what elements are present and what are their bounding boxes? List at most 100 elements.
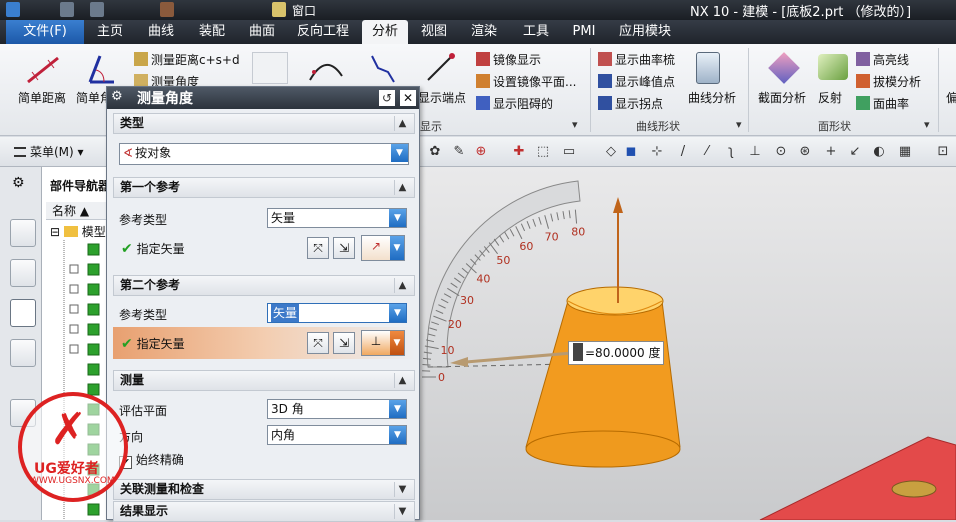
face-shape-dropdown-icon[interactable]: ▾ (924, 118, 930, 131)
tab-render[interactable]: 渲染 (462, 20, 506, 44)
measure-distance-button[interactable]: 测量距离c+s+d (134, 51, 240, 68)
toolbar-icon-6[interactable]: ◇ (604, 145, 618, 159)
section-type[interactable]: 类型▲ (113, 113, 415, 134)
reuse-library-icon[interactable] (10, 339, 36, 367)
chevron-down-icon[interactable]: ▼ (389, 304, 406, 322)
toolbar-icon-2[interactable]: ✎ (452, 145, 466, 159)
section-measure[interactable]: 测量▲ (113, 370, 415, 391)
draft-analysis-button[interactable]: 拔模分析 (856, 73, 921, 90)
cube-icon[interactable]: ◼ (624, 145, 638, 159)
toolbar-icon-14[interactable]: ▦ (898, 145, 912, 159)
show-endpoints-button[interactable]: 显示端点 (418, 89, 466, 106)
toolbar-icon-13[interactable]: ◐ (872, 145, 886, 159)
curvature-comb-button[interactable]: 显示曲率梳 (598, 51, 675, 68)
base-plate[interactable] (760, 437, 956, 520)
expand-icon[interactable]: ▼ (394, 504, 410, 519)
vector-constructor-icon[interactable]: ⇲ (333, 332, 355, 354)
redo-icon[interactable] (90, 2, 104, 17)
display-dropdown-icon[interactable]: ▾ (572, 118, 578, 131)
window-menu[interactable]: 窗口 (292, 2, 316, 19)
section-second-reference[interactable]: 第二个参考▲ (113, 275, 415, 296)
toolbar-icon-8[interactable]: ⁄ (700, 145, 714, 159)
tab-analysis[interactable]: 分析 (362, 20, 408, 44)
collapse-icon[interactable]: ▲ (394, 180, 410, 195)
undo-icon[interactable] (60, 2, 74, 17)
face-curvature-button[interactable]: 面曲率 (856, 95, 909, 112)
save-icon[interactable] (160, 2, 174, 17)
column-header-name[interactable]: 名称 ▲ (46, 202, 110, 220)
tab-reverse-engineering[interactable]: 反向工程 (290, 20, 356, 44)
toolbar-icon-12[interactable]: ↙ (848, 145, 862, 159)
tab-view[interactable]: 视图 (414, 20, 454, 44)
collapse-icon[interactable]: ▲ (394, 373, 410, 388)
curve-shape-dropdown-icon[interactable]: ▾ (736, 118, 742, 131)
collapse-icon[interactable]: ▲ (394, 116, 410, 131)
readout-handle-icon[interactable] (573, 343, 583, 361)
chevron-down-icon[interactable]: ▼ (391, 144, 408, 162)
gear-icon[interactable]: ⚙ (111, 89, 123, 104)
tab-tools[interactable]: 工具 (514, 20, 558, 44)
section-result-display[interactable]: 结果显示▼ (113, 501, 415, 522)
type-select[interactable]: ∢按对象▼ (119, 143, 409, 165)
reflection-button[interactable]: 反射 (818, 89, 842, 106)
window-icon[interactable] (272, 2, 286, 17)
highlight-lines-button[interactable]: 高亮线 (856, 51, 909, 68)
tape-measure-icon[interactable] (252, 52, 288, 84)
vector-constructor-icon[interactable]: ⇲ (333, 237, 355, 259)
vector-type-select[interactable]: ⊥▼ (361, 330, 405, 356)
reverse-direction-icon[interactable]: ⤧ (307, 237, 329, 259)
chevron-down-icon[interactable]: ▼ (390, 331, 404, 355)
chevron-down-icon[interactable]: ▼ (389, 426, 406, 444)
show-obstruction-button[interactable]: 显示阻碍的 (476, 95, 553, 112)
eval-plane-select[interactable]: 3D 角▼ (267, 399, 407, 419)
line-icon[interactable]: / (676, 145, 690, 159)
vector-type-select[interactable]: ↗▼ (361, 235, 405, 261)
direction-select[interactable]: 内角▼ (267, 425, 407, 445)
partial-button[interactable]: 偏 (946, 89, 956, 106)
plus-icon[interactable]: + (824, 145, 838, 159)
assembly-navigator-icon[interactable] (10, 219, 36, 247)
tab-surface[interactable]: 曲面 (240, 20, 284, 44)
simple-distance-button[interactable]: 简单距离 (18, 89, 66, 106)
toolbar-icon-9[interactable]: ʅ (724, 145, 738, 159)
curve-analysis-button[interactable]: 曲线分析 (688, 89, 736, 106)
toolbar-icon-1[interactable]: ✿ (428, 145, 442, 159)
toolbar-icon-11[interactable]: ⊛ (798, 145, 812, 159)
close-icon[interactable]: ✕ (400, 90, 416, 106)
tab-curve[interactable]: 曲线 (138, 20, 184, 44)
tab-home[interactable]: 主页 (88, 20, 132, 44)
toolbar-icon-3[interactable]: ⊕ (474, 145, 488, 159)
section-first-reference[interactable]: 第一个参考▲ (113, 177, 415, 198)
ref1-type-select[interactable]: 矢量▼ (267, 208, 407, 228)
toolbar-icon-7[interactable]: ⊹ (650, 145, 664, 159)
section-analysis-button[interactable]: 截面分析 (758, 89, 806, 106)
collapse-icon[interactable]: ▲ (394, 278, 410, 293)
mirror-display-button[interactable]: 镜像显示 (476, 51, 541, 68)
tab-pmi[interactable]: PMI (566, 20, 602, 44)
toolbar-icon-15[interactable]: ⊡ (936, 145, 950, 159)
constraint-navigator-icon[interactable] (10, 259, 36, 287)
toolbar-icon-10[interactable]: ⊥ (748, 145, 762, 159)
select-box-icon[interactable]: ▭ (562, 145, 576, 159)
always-exact-checkbox[interactable]: ✔ 始终精确 (119, 451, 184, 469)
part-navigator-icon[interactable] (10, 299, 36, 327)
toolbar-icon-4[interactable]: ✚ (512, 145, 526, 159)
tab-assembly[interactable]: 装配 (190, 20, 234, 44)
tab-applications[interactable]: 应用模块 (610, 20, 680, 44)
ref1-specify-vector[interactable]: ✔ 指定矢量 (121, 240, 185, 257)
ref2-type-select[interactable]: 矢量▼ (267, 303, 407, 323)
settings-icon[interactable]: ⚙ (12, 175, 25, 191)
set-mirror-plane-button[interactable]: 设置镜像平面... (476, 73, 576, 90)
toolbar-icon-5[interactable]: ⬚ (536, 145, 550, 159)
ref2-specify-vector[interactable]: ✔ 指定矢量 (121, 335, 185, 352)
tab-file[interactable]: 文件(F) (6, 20, 84, 44)
chevron-down-icon[interactable]: ▼ (389, 400, 406, 418)
section-associative-measure[interactable]: 关联测量和检查▼ (113, 479, 415, 500)
curve-arc-icon[interactable] (306, 52, 346, 86)
circle-icon[interactable]: ⊙ (774, 145, 788, 159)
tree-root[interactable]: ⊟ 模型 (50, 223, 106, 240)
curve-zigzag-icon[interactable] (366, 50, 400, 86)
chevron-down-icon[interactable]: ▼ (390, 236, 404, 260)
inflection-points-button[interactable]: 显示拐点 (598, 95, 663, 112)
reset-icon[interactable]: ↺ (379, 90, 395, 106)
